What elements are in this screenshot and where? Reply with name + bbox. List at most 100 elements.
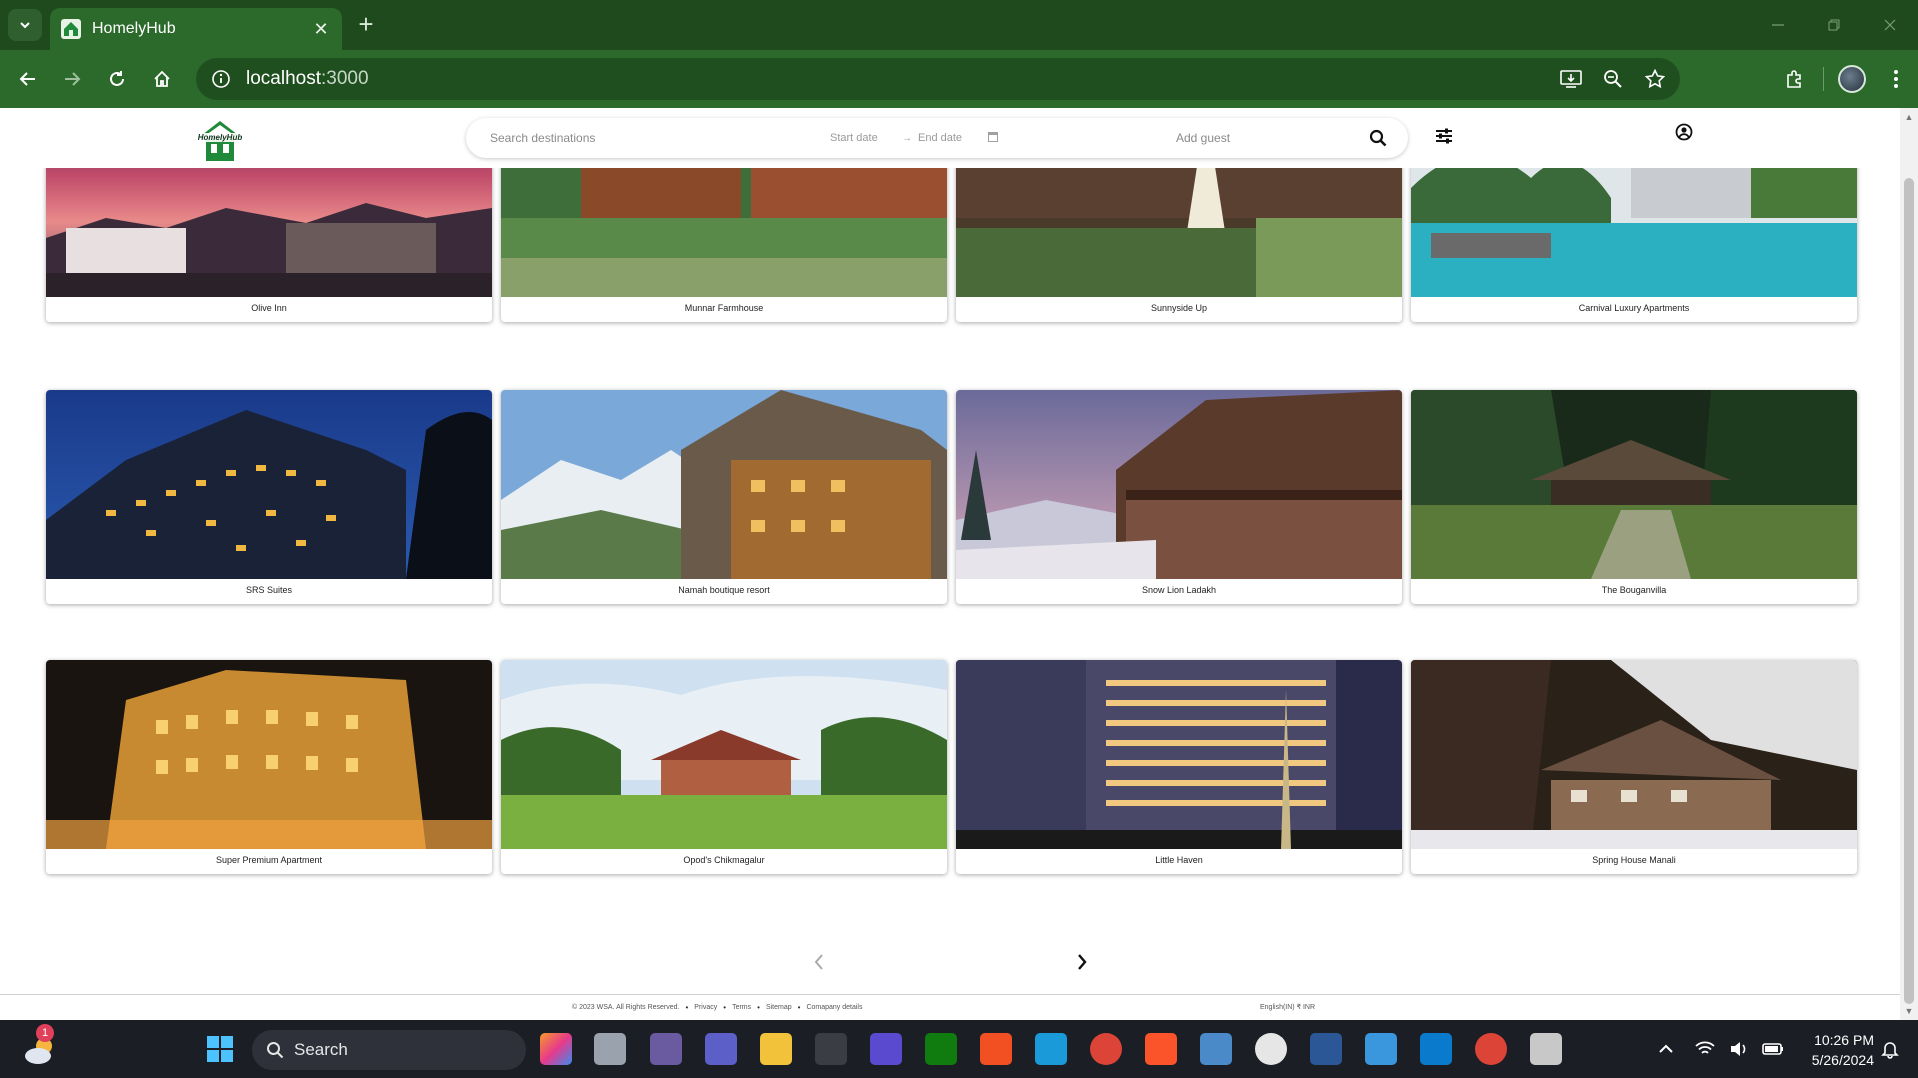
- locale-currency-selector[interactable]: English(IN) ₹ INR: [1260, 1003, 1315, 1011]
- property-card-spring-house-manali[interactable]: Spring House Manali: [1411, 660, 1857, 874]
- install-app-icon[interactable]: [1554, 62, 1588, 96]
- search-bar[interactable]: Search destinations Start date → End dat…: [466, 118, 1408, 158]
- property-card-little-haven[interactable]: Little Haven: [956, 660, 1402, 874]
- battery-icon[interactable]: [1762, 1038, 1784, 1060]
- browser-tab-bar: HomelyHub ✕ +: [0, 0, 1918, 50]
- copilot-app-icon[interactable]: [540, 1033, 572, 1065]
- start-date-input[interactable]: Start date: [830, 132, 878, 144]
- property-name: Super Premium Apartment: [215, 855, 323, 865]
- property-card-srs-suites[interactable]: SRS Suites: [46, 390, 492, 604]
- meta-app-icon[interactable]: [870, 1033, 902, 1065]
- chrome-browser-icon[interactable]: [1090, 1033, 1122, 1065]
- reload-button[interactable]: [101, 63, 133, 95]
- file-explorer-icon[interactable]: [760, 1033, 792, 1065]
- vscode-app-icon[interactable]: [1420, 1033, 1452, 1065]
- scroll-up-icon[interactable]: ▲: [1904, 112, 1914, 122]
- property-card-opods-chikmagalur[interactable]: Opod's Chikmagalur: [501, 660, 947, 874]
- footer-links: © 2023 WSA. All Rights Reserved. • Priva…: [572, 1003, 862, 1012]
- property-card-super-premium-apartment[interactable]: Super Premium Apartment: [46, 660, 492, 874]
- back-button[interactable]: [12, 63, 44, 95]
- property-card-namah-boutique-resort[interactable]: Namah boutique resort: [501, 390, 947, 604]
- extensions-icon[interactable]: [1773, 63, 1817, 95]
- teams-app-icon[interactable]: [705, 1033, 737, 1065]
- address-bar[interactable]: localhost:3000: [196, 58, 1680, 100]
- bullet-separator: •: [723, 1003, 727, 1012]
- github-desktop-icon[interactable]: [815, 1033, 847, 1065]
- property-name: Sunnyside Up: [1150, 303, 1208, 313]
- notification-bell-icon[interactable]: [1880, 1039, 1900, 1059]
- user-account-icon[interactable]: [1675, 123, 1693, 141]
- page-scrollbar[interactable]: ▲ ▼: [1900, 108, 1918, 1020]
- calendar-icon[interactable]: [988, 132, 998, 142]
- minimize-button[interactable]: [1750, 0, 1806, 50]
- new-tab-button[interactable]: +: [352, 11, 380, 39]
- notepad-app-icon[interactable]: [1365, 1033, 1397, 1065]
- scrollbar-thumb[interactable]: [1904, 178, 1914, 1004]
- volume-icon[interactable]: [1728, 1038, 1750, 1060]
- chevron-right-icon: [1078, 954, 1087, 970]
- property-name: Carnival Luxury Apartments: [1578, 303, 1690, 313]
- chevron-left-icon: [814, 954, 823, 970]
- privacy-link[interactable]: Privacy: [694, 1004, 717, 1011]
- restore-icon: [1828, 19, 1840, 31]
- forward-button[interactable]: [56, 63, 88, 95]
- search-destinations-input[interactable]: Search destinations: [490, 131, 595, 145]
- copyright-text: © 2023 WSA. All Rights Reserved.: [572, 1004, 680, 1011]
- property-image: [1411, 660, 1857, 849]
- home-button[interactable]: [146, 63, 178, 95]
- menu-button[interactable]: [1874, 63, 1918, 95]
- notepad-plus-app-icon[interactable]: [650, 1033, 682, 1065]
- property-name: Munnar Farmhouse: [684, 303, 764, 313]
- chrome-profile-icon[interactable]: [1475, 1033, 1507, 1065]
- date-range-arrow: →: [902, 132, 912, 144]
- chevron-up-icon[interactable]: [1657, 1040, 1675, 1058]
- tab-search-button[interactable]: [8, 9, 42, 41]
- start-button[interactable]: [204, 1033, 236, 1065]
- property-name: SRS Suites: [245, 585, 293, 595]
- xbox-app-icon[interactable]: [925, 1033, 957, 1065]
- browser-toolbar: localhost:3000: [0, 50, 1918, 108]
- minimize-icon: [1772, 24, 1784, 26]
- property-card-the-bouganvilla[interactable]: The Bouganvilla: [1411, 390, 1857, 604]
- company-details-link[interactable]: Comapany details: [806, 1004, 862, 1011]
- tab-homelyhub[interactable]: HomelyHub ✕: [50, 8, 342, 50]
- site-footer: © 2023 WSA. All Rights Reserved. • Priva…: [0, 994, 1900, 1020]
- task-view-icon[interactable]: [594, 1033, 626, 1065]
- search-icon[interactable]: [1369, 129, 1387, 147]
- svg-text:HomelyHub: HomelyHub: [198, 133, 243, 142]
- photos-app-icon[interactable]: [1200, 1033, 1232, 1065]
- end-date-input[interactable]: End date: [918, 132, 962, 144]
- close-icon[interactable]: ✕: [310, 19, 332, 40]
- sitemap-link[interactable]: Sitemap: [766, 1004, 792, 1011]
- brave-browser-icon[interactable]: [1145, 1033, 1177, 1065]
- profile-avatar[interactable]: [1830, 63, 1874, 95]
- add-guest-input[interactable]: Add guest: [1176, 131, 1230, 145]
- arrow-left-icon: [19, 72, 35, 86]
- bullet-separator: •: [757, 1003, 760, 1012]
- microsoft-store-icon[interactable]: [980, 1033, 1012, 1065]
- windows-taskbar: 1 Search 10:26 PM 5/26/2024: [0, 1020, 1918, 1078]
- terms-link[interactable]: Terms: [732, 1004, 751, 1011]
- restore-button[interactable]: [1806, 0, 1862, 50]
- zoom-icon[interactable]: [1596, 62, 1630, 96]
- obs-studio-icon[interactable]: [1255, 1033, 1287, 1065]
- snipping-tool-icon[interactable]: [1530, 1033, 1562, 1065]
- property-card-snow-lion-ladakh[interactable]: Snow Lion Ladakh: [956, 390, 1402, 604]
- bullet-separator: •: [685, 1003, 689, 1012]
- scroll-down-icon[interactable]: ▼: [1904, 1006, 1914, 1016]
- homelyhub-logo[interactable]: HomelyHub: [194, 118, 246, 162]
- close-window-button[interactable]: [1862, 0, 1918, 50]
- site-info-icon[interactable]: [208, 66, 234, 92]
- bookmark-star-icon[interactable]: [1638, 62, 1672, 96]
- previous-page-button[interactable]: [809, 950, 829, 974]
- page-viewport: HomelyHub Search destinations Start date…: [0, 108, 1900, 1020]
- wifi-icon[interactable]: [1694, 1038, 1716, 1060]
- next-page-button[interactable]: [1072, 950, 1092, 974]
- edge-browser-icon[interactable]: [1035, 1033, 1067, 1065]
- property-image: [1411, 390, 1857, 579]
- filter-sliders-icon[interactable]: [1434, 126, 1454, 146]
- system-clock[interactable]: 10:26 PM 5/26/2024: [1790, 1030, 1874, 1070]
- word-app-icon[interactable]: [1310, 1033, 1342, 1065]
- url-host: localhost: [246, 68, 321, 89]
- taskbar-search[interactable]: Search: [252, 1030, 526, 1070]
